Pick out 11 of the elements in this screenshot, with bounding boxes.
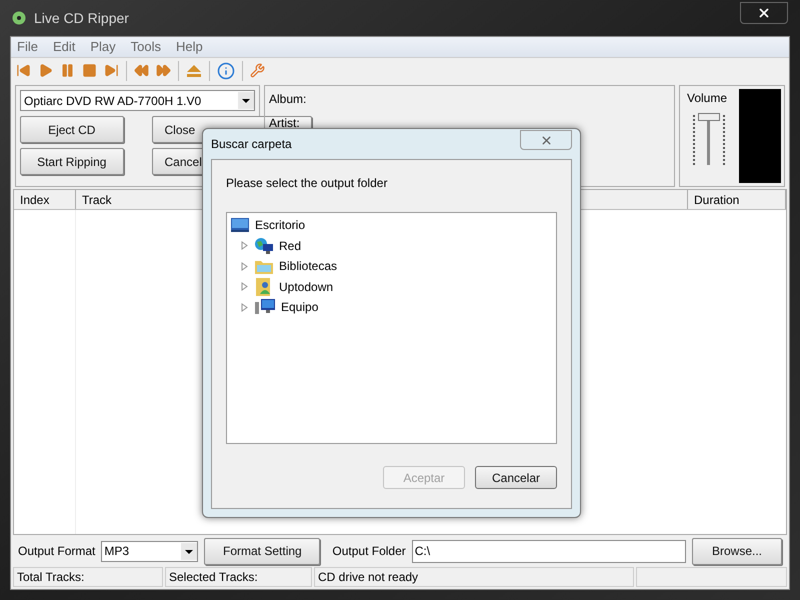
dialog-title: Buscar carpeta xyxy=(211,136,293,153)
info-label: Artist: xyxy=(269,115,301,132)
status-field: Total Tracks: xyxy=(13,567,163,587)
output-format-label: Output Format xyxy=(18,543,96,560)
volume-label: Volume xyxy=(687,90,728,107)
status-field: CD drive not ready xyxy=(314,567,634,587)
info-label: Album: xyxy=(269,91,308,108)
dialog-prompt: Please select the output folder xyxy=(226,175,388,192)
status-field: Selected Tracks: xyxy=(165,567,312,587)
output-folder-label: Output Folder xyxy=(332,543,406,560)
window-title: Live CD Ripper xyxy=(34,8,129,28)
